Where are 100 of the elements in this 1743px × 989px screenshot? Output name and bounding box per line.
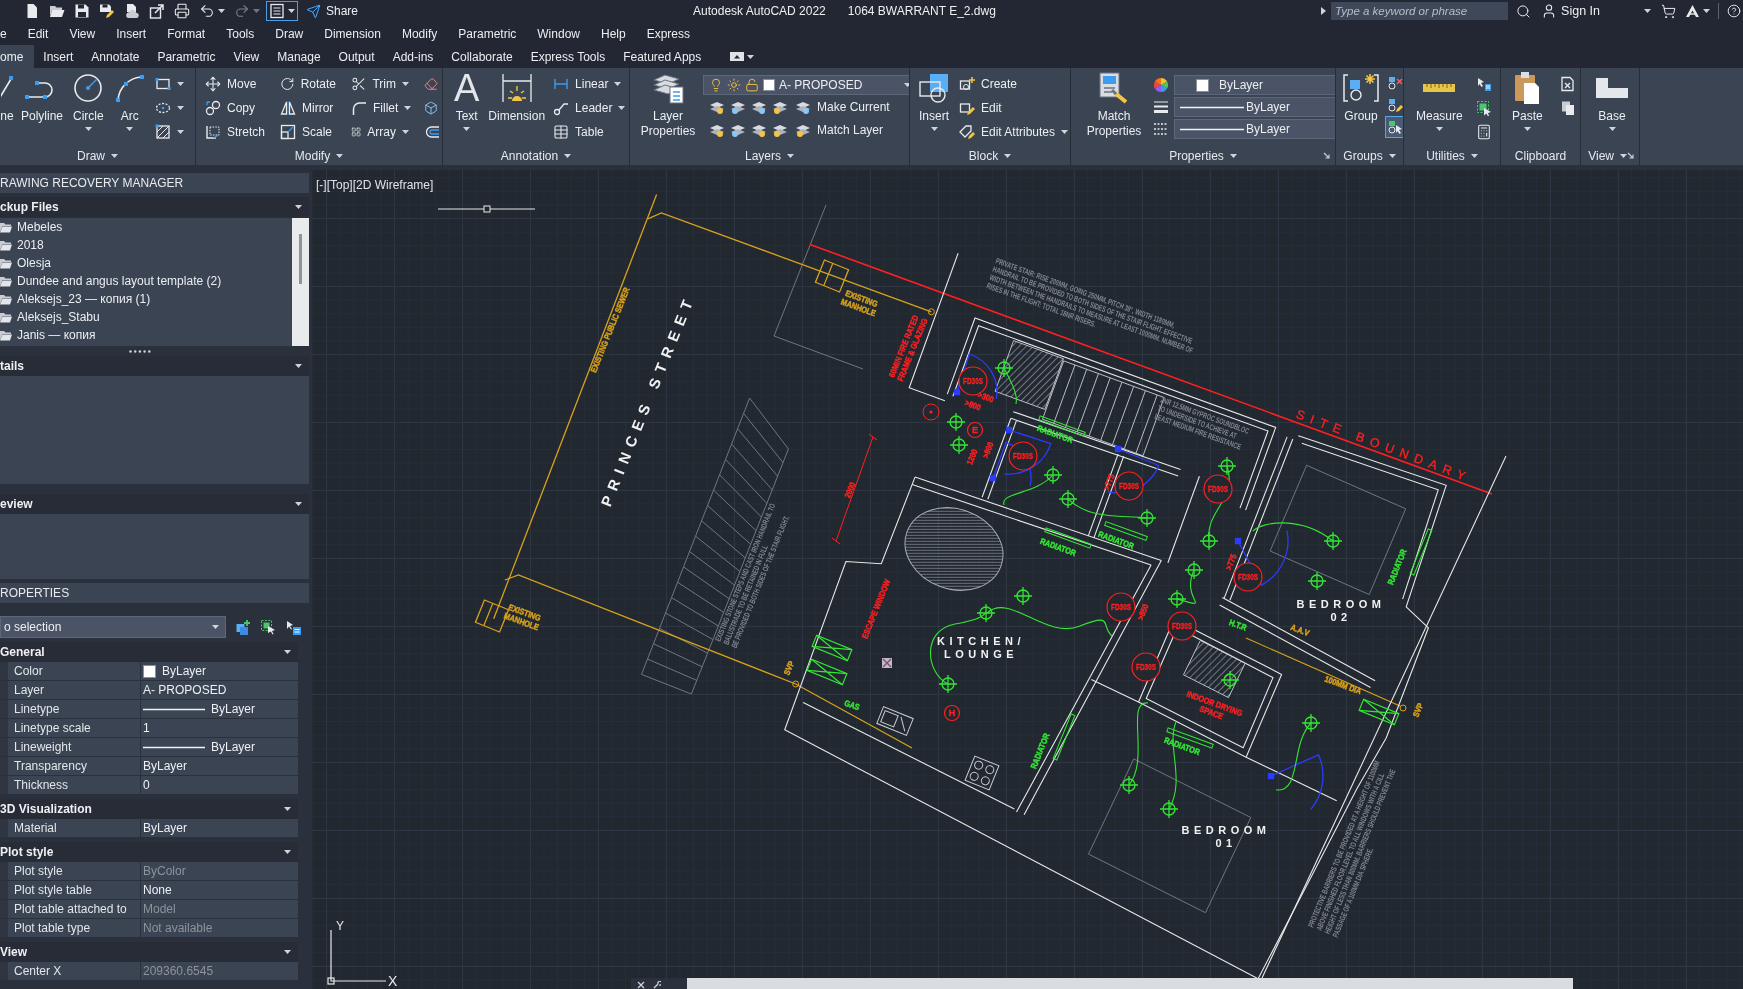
move-button[interactable]: Move	[203, 72, 267, 96]
panel-title-button[interactable]: Clipboard	[1514, 148, 1567, 163]
document-brush-icon[interactable]	[1098, 72, 1130, 105]
circle-button[interactable]: Circle	[70, 72, 107, 131]
mirror-button[interactable]: Mirror	[278, 96, 338, 120]
caret-icon[interactable]	[284, 950, 291, 954]
viewport-control[interactable]: [Top]	[326, 178, 353, 192]
menu-item[interactable]: Format	[156, 26, 216, 41]
panel-title-button[interactable]: View	[1588, 148, 1627, 163]
corner-arrow-icon[interactable]	[1323, 152, 1330, 159]
caret-icon[interactable]	[295, 364, 302, 368]
cursor-list-icon[interactable]	[286, 619, 301, 635]
circle-icon[interactable]	[73, 73, 104, 103]
property-value[interactable]: None	[141, 881, 298, 899]
leader-icon[interactable]	[553, 100, 570, 116]
caret-icon[interactable]	[1523, 127, 1531, 131]
squares-plus-icon[interactable]	[236, 619, 251, 635]
copy-button[interactable]: Copy	[203, 96, 267, 120]
rotate-button[interactable]: Rotate	[278, 72, 338, 96]
caret-icon[interactable]	[402, 130, 409, 134]
leader-button[interactable]: Leader	[551, 96, 624, 120]
caret-icon[interactable]	[1644, 9, 1651, 13]
property-value[interactable]: ByLayer	[141, 662, 298, 680]
property-value[interactable]: ByLayer	[141, 738, 298, 756]
category-header[interactable]: 3D Visualization	[0, 799, 298, 819]
menu-item[interactable]: Parametric	[447, 26, 527, 41]
expand-arrow-icon[interactable]	[1321, 7, 1327, 15]
dimension-icon[interactable]	[499, 72, 534, 104]
match-properties-button[interactable]: Match Properties	[1081, 72, 1147, 139]
caret-icon[interactable]	[176, 130, 184, 134]
category-header[interactable]: Plot style	[0, 842, 298, 862]
panel-title-button[interactable]: Utilities	[1426, 148, 1478, 163]
dashed-ellipse-icon[interactable]	[154, 100, 171, 116]
property-value[interactable]: A- PROPOSED	[141, 681, 298, 699]
ribbon-tab[interactable]: View	[224, 45, 269, 68]
panel-title-button[interactable]: Layers	[745, 148, 794, 163]
scissors-icon[interactable]	[351, 76, 367, 92]
file-list-item[interactable]: Janis — копия	[0, 326, 292, 344]
ribbon-tab[interactable]: Add-ins	[383, 45, 443, 68]
scrollbar[interactable]	[292, 218, 309, 346]
file-list-item[interactable]: Dundee and angus layout template (2)	[0, 272, 292, 290]
caret-icon[interactable]	[111, 153, 118, 158]
caret-icon[interactable]	[1061, 130, 1069, 134]
caret-icon[interactable]	[1229, 153, 1237, 158]
caret-icon[interactable]	[176, 106, 184, 110]
table-icon[interactable]	[553, 124, 570, 140]
panel-toggle-icon[interactable]	[730, 52, 745, 61]
trim-button[interactable]: Trim	[349, 72, 411, 96]
wrench-icon[interactable]	[653, 981, 661, 989]
search-icon[interactable]	[1516, 3, 1532, 19]
menu-item[interactable]: Window	[526, 26, 591, 41]
tag-pencil-icon[interactable]	[959, 124, 975, 140]
menu-item[interactable]: Express	[636, 26, 701, 41]
caret-icon[interactable]	[126, 127, 134, 131]
menu-item[interactable]: Modify	[391, 26, 448, 41]
grid-icon[interactable]	[351, 124, 362, 140]
line-weights-icon[interactable]	[1153, 99, 1169, 115]
caret-icon[interactable]	[284, 850, 291, 854]
linear-button[interactable]: Linear	[551, 72, 624, 96]
polyline-button[interactable]: Polyline	[18, 72, 67, 124]
l-shape-icon[interactable]	[1594, 76, 1630, 100]
caret-icon[interactable]	[904, 83, 909, 87]
caret-icon[interactable]	[1608, 127, 1616, 131]
menu-item[interactable]: Draw	[264, 26, 314, 41]
edit-block-button[interactable]: Edit	[957, 96, 1069, 120]
ribbon-tab[interactable]: Express Tools	[521, 45, 615, 68]
property-dropdown[interactable]: ByLayer	[1174, 119, 1335, 139]
insert-button[interactable]: Insert	[914, 72, 954, 131]
caret-icon[interactable]	[1388, 153, 1396, 158]
corner-arrow-icon[interactable]	[1627, 152, 1634, 159]
section-header[interactable]: tails	[0, 356, 309, 376]
arc-icon[interactable]	[113, 73, 146, 103]
ribbon-tab[interactable]: Collaborate	[442, 45, 522, 68]
close-icon[interactable]	[637, 981, 645, 989]
share-button[interactable]: Share	[306, 3, 359, 19]
viewport-control[interactable]: [-]	[316, 178, 327, 192]
match-layer-button[interactable]: Match Layer	[793, 118, 886, 141]
category-header[interactable]: View	[0, 942, 298, 962]
create-block-button[interactable]: Create	[957, 72, 1069, 96]
property-value[interactable]: 1	[141, 719, 298, 737]
menu-item[interactable]: Dimension	[313, 26, 392, 41]
linear-dimension-icon[interactable]	[553, 76, 570, 92]
ribbon-tab[interactable]: Output	[329, 45, 384, 68]
caret-icon[interactable]	[218, 9, 225, 13]
caret-icon[interactable]	[284, 650, 291, 654]
panel-title-button[interactable]: Groups	[1343, 148, 1396, 163]
line-button[interactable]: ne	[0, 72, 14, 124]
caret-icon[interactable]	[336, 153, 344, 158]
caret-icon[interactable]	[614, 82, 622, 86]
panel-title-button[interactable]: Block	[968, 148, 1012, 163]
workspace-button[interactable]	[266, 1, 298, 21]
panel-title-button[interactable]: Properties	[1169, 148, 1237, 163]
property-value[interactable]: 0	[141, 776, 298, 794]
layers-document-icon[interactable]	[651, 72, 685, 104]
search-field[interactable]: Type a keyword or phrase	[1331, 2, 1509, 20]
file-list-item[interactable]: Olesja	[0, 254, 292, 272]
file-list-item[interactable]: Mebeles	[0, 218, 292, 236]
layer-properties-button[interactable]: Layer Properties	[635, 72, 701, 139]
caret-icon[interactable]	[1620, 153, 1627, 158]
list-box-icon[interactable]	[269, 3, 285, 19]
